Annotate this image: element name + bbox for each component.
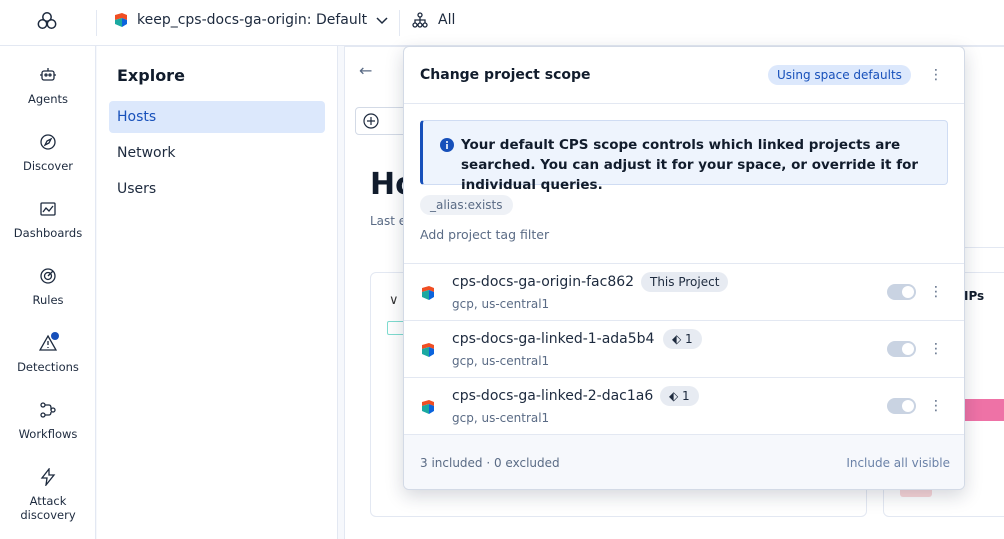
project-toggle[interactable]	[887, 284, 916, 300]
project-row[interactable]: cps-docs-ga-linked-2-dac1a6 ⬖ 1 gcp, us-…	[404, 377, 964, 434]
project-toggle[interactable]	[887, 398, 916, 414]
notification-dot	[51, 332, 59, 340]
more-options-icon[interactable]: ⋮	[928, 284, 944, 300]
nav-label: Agents	[27, 92, 69, 106]
explore-item-network[interactable]: Network	[109, 137, 325, 169]
severity-bar	[962, 399, 1004, 421]
project-name: cps-docs-ga-linked-1-ada5b4	[452, 331, 655, 347]
nav-label: Dashboards	[13, 226, 83, 240]
project-row[interactable]: cps-docs-ga-origin-fac862 This Project g…	[404, 263, 964, 320]
toggle-knob	[902, 286, 914, 298]
rules-icon	[40, 268, 56, 284]
project-location: gcp, us-central1	[452, 354, 550, 368]
add-project-tag-filter-link[interactable]: Add project tag filter	[420, 227, 549, 242]
tag-count: 1	[685, 332, 693, 346]
nav-detections[interactable]: Detections	[0, 332, 96, 374]
this-project-badge: This Project	[641, 272, 729, 292]
project-list: cps-docs-ga-origin-fac862 This Project g…	[404, 263, 964, 434]
ips-heading: IPs	[964, 289, 985, 303]
workflow-icon	[40, 402, 56, 418]
project-location: gcp, us-central1	[452, 297, 550, 311]
explore-item-users[interactable]: Users	[109, 173, 325, 205]
popover-title: Change project scope	[420, 67, 591, 83]
divider	[96, 10, 97, 36]
left-nav: Agents Discover Dashboards Rules Detecti…	[0, 46, 96, 539]
callout-text: Your default CPS scope controls which li…	[461, 137, 919, 193]
bolt-icon	[40, 468, 56, 486]
robot-icon	[40, 68, 56, 81]
explore-title: Explore	[117, 66, 185, 85]
top-bar: keep_cps-docs-ga-origin: Default All	[0, 0, 1004, 46]
explore-item-hosts[interactable]: Hosts	[109, 101, 325, 133]
project-location: gcp, us-central1	[452, 411, 550, 425]
add-filter-icon[interactable]	[362, 112, 380, 130]
nav-rules[interactable]: Rules	[0, 267, 96, 307]
more-options-icon[interactable]: ⋮	[928, 398, 944, 414]
tag-count-badge: ⬖ 1	[660, 386, 699, 406]
include-all-visible-button[interactable]: Include all visible	[846, 456, 950, 470]
nav-label: Detections	[17, 360, 79, 374]
tag-icon: ⬖	[669, 389, 683, 403]
nav-label: Rules	[32, 293, 64, 307]
chevron-down-icon	[376, 17, 388, 25]
hierarchy-icon	[412, 12, 428, 28]
project-name: cps-docs-ga-origin-fac862	[452, 274, 635, 290]
back-arrow-icon[interactable]: ←	[359, 61, 372, 80]
nav-label: Attack	[29, 494, 67, 508]
nav-attack-discovery[interactable]: Attack discovery	[0, 468, 96, 522]
more-options-icon[interactable]: ⋮	[928, 67, 944, 83]
project-row[interactable]: cps-docs-ga-linked-1-ada5b4 ⬖ 1 gcp, us-…	[404, 320, 964, 377]
nav-label: Discover	[22, 159, 73, 173]
project-icon	[422, 343, 434, 357]
tag-count: 1	[682, 389, 690, 403]
scope-selector[interactable]: All	[412, 12, 455, 28]
project-selector[interactable]: keep_cps-docs-ga-origin: Default	[113, 12, 389, 28]
toggle-knob	[902, 343, 914, 355]
explore-panel: Explore Hosts Network Users	[97, 46, 338, 539]
popover-footer: 3 included · 0 excluded Include all visi…	[404, 434, 964, 489]
compass-icon	[40, 134, 56, 150]
popover-header: Change project scope Using space default…	[404, 47, 964, 104]
dashboard-icon	[40, 202, 56, 216]
project-icon	[422, 400, 434, 414]
page-subtitle: Last e	[370, 214, 407, 228]
app-logo-icon[interactable]	[36, 11, 58, 33]
nav-workflows[interactable]: Workflows	[0, 401, 96, 441]
nav-dashboards[interactable]: Dashboards	[0, 200, 96, 240]
info-callout: Your default CPS scope controls which li…	[420, 120, 948, 193]
alias-filter-chip[interactable]: _alias:exists	[420, 195, 513, 215]
project-toggle[interactable]	[887, 341, 916, 357]
nav-agents[interactable]: Agents	[0, 66, 96, 106]
info-icon	[440, 138, 454, 152]
more-options-icon[interactable]: ⋮	[928, 341, 944, 357]
toggle-knob	[902, 400, 914, 412]
chevron-down-icon[interactable]: ∨	[389, 293, 399, 308]
nav-discover[interactable]: Discover	[0, 133, 96, 173]
project-icon	[115, 13, 127, 27]
change-project-scope-popover: Change project scope Using space default…	[403, 46, 965, 490]
inclusion-summary: 3 included · 0 excluded	[420, 456, 560, 470]
divider	[399, 10, 400, 36]
nav-label: Workflows	[18, 427, 78, 441]
status-badge: Using space defaults	[768, 65, 911, 85]
project-selector-label: keep_cps-docs-ga-origin: Default	[137, 12, 368, 28]
project-icon	[422, 286, 434, 300]
nav-label: discovery	[20, 508, 76, 522]
project-name: cps-docs-ga-linked-2-dac1a6	[452, 388, 654, 404]
tag-icon: ⬖	[672, 332, 686, 346]
scope-selector-label: All	[438, 12, 456, 28]
tag-count-badge: ⬖ 1	[663, 329, 702, 349]
